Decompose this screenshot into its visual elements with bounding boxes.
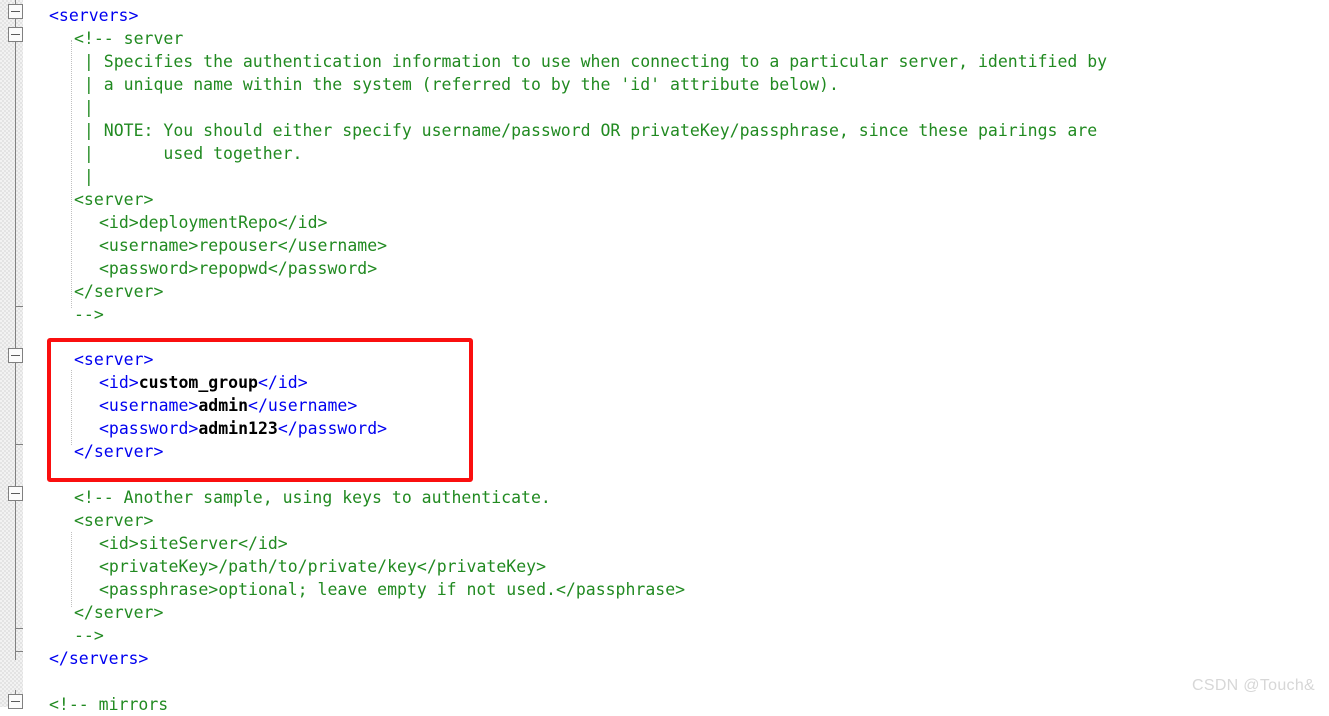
code-content-area[interactable]: <servers> <!-- server | Specifies the aut…	[49, 0, 1329, 714]
fold-tick-sample-end	[15, 628, 23, 629]
xml-code-editor[interactable]: <servers> <!-- server | Specifies the aut…	[0, 0, 1329, 714]
line-comment-open-seg-0: <!-- server	[74, 29, 184, 48]
line-comment-blank-1-seg-0: |	[74, 98, 94, 117]
line-servers-open[interactable]: <servers>	[49, 4, 138, 27]
line-commented-server-open[interactable]: <server>	[74, 188, 153, 211]
line-commented-password-seg-0: <password>repopwd</password>	[99, 259, 378, 278]
line-commented-server-close-seg-0: </server>	[74, 282, 164, 301]
line-site-server-open-seg-0: <server>	[74, 511, 154, 530]
line-active-id-seg-0: <id>	[99, 373, 139, 392]
line-servers-close-seg-0: </servers>	[49, 649, 149, 668]
line-comment-blank-2-seg-0: |	[74, 167, 94, 186]
line-another-sample-comment-seg-0: <!-- Another sample, using keys to authe…	[74, 488, 551, 507]
fold-spine-servers	[15, 0, 16, 660]
line-site-privatekey-seg-0: <privateKey>/path/to/private/key</privat…	[99, 557, 547, 576]
line-comment-specifies[interactable]: | Specifies the authentication informati…	[74, 50, 1107, 73]
indent-guide-site-server	[71, 532, 73, 607]
line-comment-blank-2[interactable]: |	[74, 165, 94, 188]
line-active-id[interactable]: <id>custom_group</id>	[99, 371, 308, 394]
fold-tick-comment-end	[15, 306, 23, 307]
line-site-passphrase[interactable]: <passphrase>optional; leave empty if not…	[99, 578, 685, 601]
line-commented-server-close[interactable]: </server>	[74, 280, 163, 303]
line-active-username-seg-2: </username>	[248, 396, 358, 415]
line-mirrors-comment[interactable]: <!-- mirrors	[49, 693, 168, 716]
line-active-server-close-seg-0: </server>	[74, 442, 164, 461]
line-active-password-seg-2: </password>	[277, 419, 388, 438]
indent-guide-comment-block	[71, 40, 73, 308]
line-mirrors-comment-seg-0: <!-- mirrors	[49, 695, 169, 714]
line-comment-unique-name[interactable]: | a unique name within the system (refer…	[74, 73, 839, 96]
line-comment-close-seg-0: -->	[74, 305, 104, 324]
line-commented-password[interactable]: <password>repopwd</password>	[99, 257, 377, 280]
line-site-privatekey[interactable]: <privateKey>/path/to/private/key</privat…	[99, 555, 546, 578]
line-active-server-open[interactable]: <server>	[74, 348, 153, 371]
line-site-comment-close[interactable]: -->	[74, 624, 104, 647]
line-site-id-seg-0: <id>siteServer</id>	[99, 534, 288, 553]
fold-marker-comment-block[interactable]	[8, 27, 23, 42]
line-comment-open[interactable]: <!-- server	[74, 27, 183, 50]
line-comment-note-seg-0: | NOTE: You should either specify userna…	[74, 121, 1098, 140]
line-commented-username-seg-0: <username>repouser</username>	[99, 236, 388, 255]
line-active-id-seg-2: </id>	[257, 373, 308, 392]
line-active-username-seg-1: admin	[198, 396, 249, 415]
line-active-username-seg-0: <username>	[99, 396, 199, 415]
line-active-password-seg-0: <password>	[99, 419, 199, 438]
line-site-server-close[interactable]: </server>	[74, 601, 163, 624]
line-another-sample-comment[interactable]: <!-- Another sample, using keys to authe…	[74, 486, 551, 509]
line-site-server-close-seg-0: </server>	[74, 603, 164, 622]
fold-marker-servers[interactable]	[8, 4, 23, 19]
line-site-comment-close-seg-0: -->	[74, 626, 104, 645]
line-servers-open-seg-0: <servers>	[49, 6, 139, 25]
line-commented-id-seg-0: <id>deploymentRepo</id>	[99, 213, 328, 232]
fold-tick-servers-end	[15, 651, 23, 652]
line-site-passphrase-seg-0: <passphrase>optional; leave empty if not…	[99, 580, 686, 599]
line-comment-note[interactable]: | NOTE: You should either specify userna…	[74, 119, 1097, 142]
line-commented-id[interactable]: <id>deploymentRepo</id>	[99, 211, 327, 234]
line-comment-close[interactable]: -->	[74, 303, 104, 326]
line-active-id-seg-1: custom_group	[138, 373, 258, 392]
line-comment-blank-1[interactable]: |	[74, 96, 94, 119]
indent-guide-custom-server	[71, 370, 73, 445]
csdn-watermark: CSDN @Touch&	[1192, 677, 1315, 694]
line-servers-close[interactable]: </servers>	[49, 647, 148, 670]
fold-marker-another-sample[interactable]	[8, 486, 23, 501]
fold-tick-server-end	[15, 444, 23, 445]
line-active-password[interactable]: <password>admin123</password>	[99, 417, 387, 440]
fold-marker-custom-server[interactable]	[8, 348, 23, 363]
line-site-id[interactable]: <id>siteServer</id>	[99, 532, 288, 555]
line-active-server-close[interactable]: </server>	[74, 440, 163, 463]
line-comment-unique-name-seg-0: | a unique name within the system (refer…	[74, 75, 839, 94]
line-active-server-open-seg-0: <server>	[74, 350, 154, 369]
line-comment-used-together[interactable]: | used together.	[74, 142, 303, 165]
line-comment-used-together-seg-0: | used together.	[74, 144, 303, 163]
line-commented-server-open-seg-0: <server>	[74, 190, 154, 209]
line-site-server-open[interactable]: <server>	[74, 509, 153, 532]
line-active-password-seg-1: admin123	[198, 419, 278, 438]
line-comment-specifies-seg-0: | Specifies the authentication informati…	[74, 52, 1108, 71]
line-commented-username[interactable]: <username>repouser</username>	[99, 234, 387, 257]
line-active-username[interactable]: <username>admin</username>	[99, 394, 357, 417]
gutter-right-padding	[23, 0, 49, 707]
